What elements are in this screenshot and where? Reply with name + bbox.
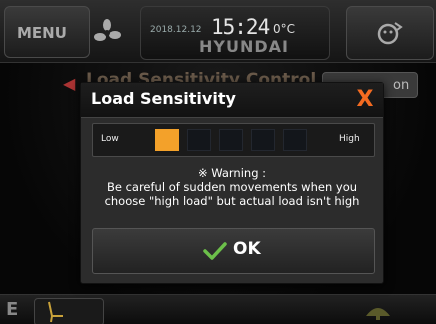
slider-low-label: Low xyxy=(101,134,119,144)
warning-title: ※ Warning : xyxy=(197,166,267,180)
slider-segment-3[interactable] xyxy=(219,129,243,151)
date-text: 2018.12.12 xyxy=(150,25,202,35)
slider-segment-1[interactable] xyxy=(155,129,179,151)
menu-button[interactable]: MENU xyxy=(4,6,90,58)
checkmark-icon xyxy=(203,242,227,260)
driver-face-icon xyxy=(377,22,403,45)
load-sensitivity-dialog: Load Sensitivity X Low High ※ Warning : … xyxy=(80,82,384,284)
machine-display: MENU 2018.12.12 15:24 0°C HYUNDAI ◀ Load… xyxy=(0,0,436,324)
ok-label: OK xyxy=(233,239,261,259)
slider-segment-4[interactable] xyxy=(251,129,275,151)
time-text: 15:24 xyxy=(211,15,270,39)
ok-button[interactable]: OK xyxy=(92,228,375,274)
attachment-icon[interactable] xyxy=(362,298,394,322)
top-bar: MENU 2018.12.12 15:24 0°C HYUNDAI xyxy=(0,0,436,63)
date-time-panel: 2018.12.12 15:24 0°C HYUNDAI xyxy=(140,6,330,60)
warning-text: Be careful of sudden movements when you … xyxy=(81,180,383,208)
brand-logo: HYUNDAI xyxy=(199,37,289,56)
seat-button[interactable] xyxy=(34,298,104,324)
warning-line-2: choose "high load" but actual load isn't… xyxy=(104,194,360,208)
slider-high-label: High xyxy=(339,134,360,144)
driver-button[interactable] xyxy=(346,6,434,60)
slider-segment-2[interactable] xyxy=(187,129,211,151)
bottom-e-label: E xyxy=(6,299,19,320)
close-button[interactable]: X xyxy=(351,86,379,114)
dialog-title: Load Sensitivity xyxy=(91,89,236,108)
back-arrow-icon: ◀ xyxy=(63,74,76,93)
temperature-text: 0°C xyxy=(273,22,296,36)
fan-icon xyxy=(94,19,121,41)
warning-line-1: Be careful of sudden movements when you xyxy=(106,180,358,194)
bottom-bar: E xyxy=(0,294,436,324)
load-sensitivity-slider[interactable]: Low High xyxy=(92,123,375,157)
slider-segment-5[interactable] xyxy=(283,129,307,151)
dialog-header: Load Sensitivity X xyxy=(81,83,383,118)
seat-icon xyxy=(48,301,63,323)
